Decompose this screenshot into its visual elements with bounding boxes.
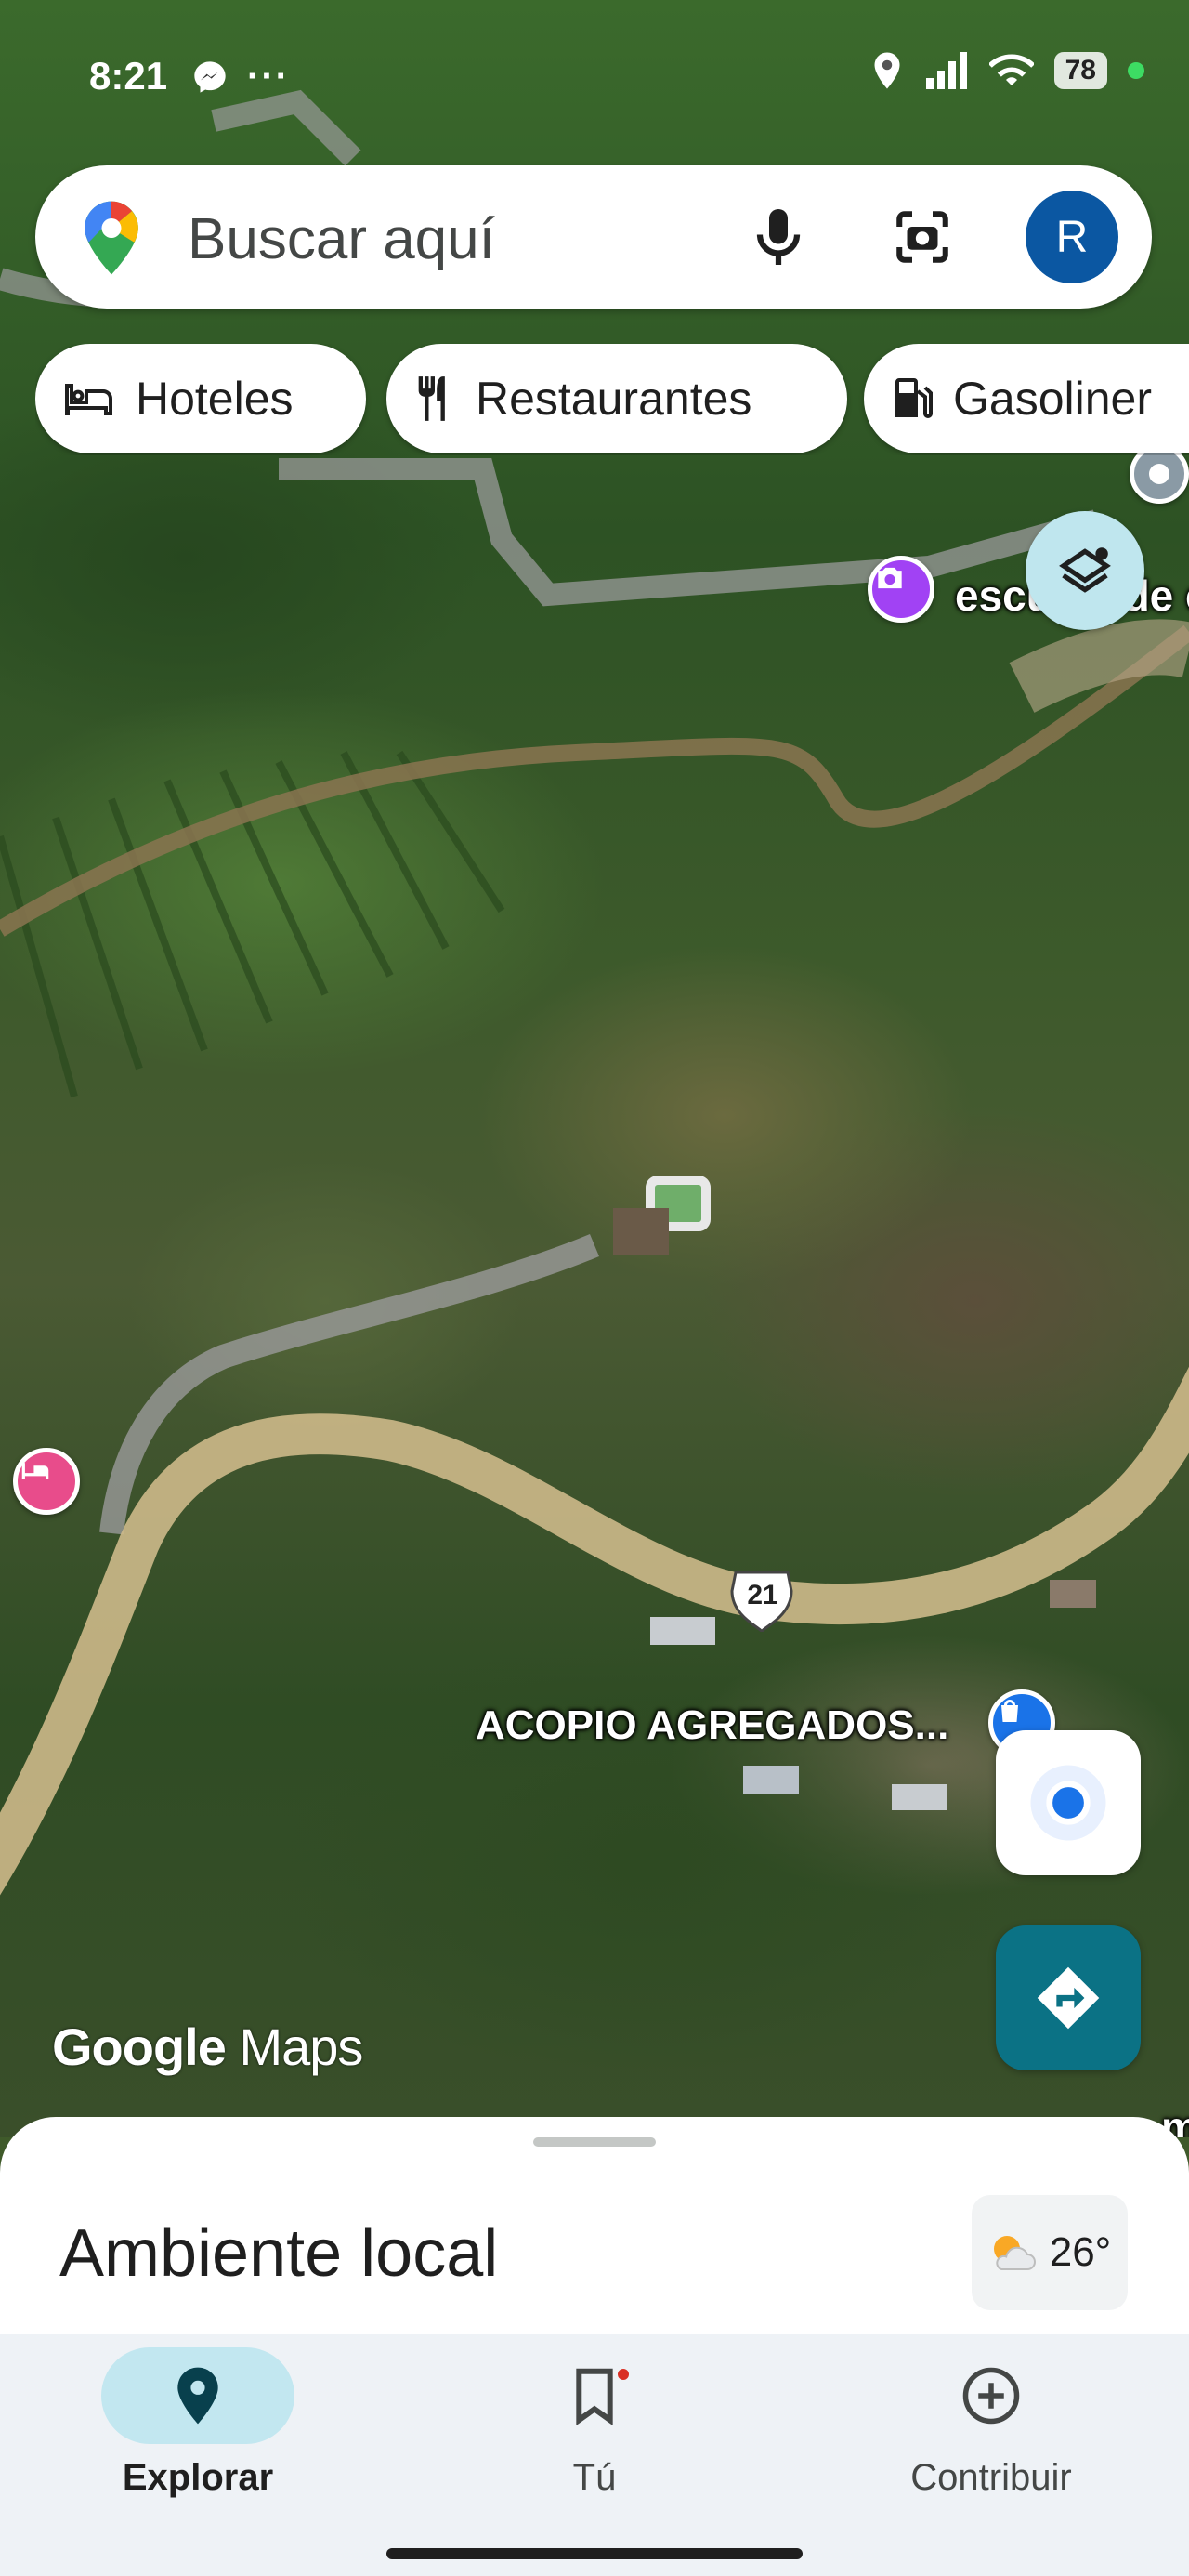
nav-contribute[interactable]: Contribuir bbox=[793, 2334, 1189, 2539]
google-lens-icon[interactable] bbox=[892, 206, 953, 268]
route-shield-label: 21 bbox=[747, 1580, 778, 1610]
chip-gas-stations[interactable]: Gasoliner bbox=[864, 344, 1189, 453]
bookmark-icon bbox=[576, 2368, 613, 2425]
sheet-drag-handle[interactable] bbox=[533, 2137, 656, 2147]
nav-contribute-label: Contribuir bbox=[910, 2457, 1072, 2498]
nav-explore-pill[interactable] bbox=[101, 2347, 294, 2444]
photo-pin[interactable] bbox=[868, 556, 934, 623]
search-bar[interactable]: Buscar aquí R bbox=[35, 165, 1152, 309]
layers-icon bbox=[1059, 547, 1111, 593]
weather-chip[interactable]: 26° bbox=[972, 2195, 1128, 2310]
bed-icon bbox=[21, 1463, 49, 1479]
poi-label-acopio[interactable]: ACOPIO AGREGADOS... bbox=[476, 1702, 948, 1749]
gesture-navigation-bar[interactable] bbox=[386, 2548, 803, 2559]
bed-icon bbox=[65, 384, 112, 415]
nav-explore-label: Explorar bbox=[122, 2457, 274, 2498]
layers-button[interactable] bbox=[1026, 511, 1144, 630]
google-maps-logo-icon bbox=[85, 201, 138, 275]
account-avatar[interactable]: R bbox=[1026, 191, 1118, 283]
chip-restaurants[interactable]: Restaurantes bbox=[386, 344, 847, 453]
camera-add-icon bbox=[878, 567, 902, 589]
chip-label: Restaurantes bbox=[476, 373, 752, 425]
hotel-pin[interactable] bbox=[13, 1448, 80, 1515]
add-circle-icon bbox=[962, 2367, 1020, 2425]
battery-indicator: 78 bbox=[1053, 52, 1107, 89]
sheet-title: Ambiente local bbox=[59, 2216, 499, 2291]
fork-knife-icon bbox=[418, 376, 445, 421]
directions-icon bbox=[1037, 1966, 1100, 2030]
google-maps-watermark: Google Maps bbox=[52, 2017, 363, 2076]
gas-station-icon bbox=[895, 378, 933, 418]
status-time: 8:21 bbox=[89, 54, 168, 98]
location-icon bbox=[874, 52, 900, 89]
nav-you-label: Tú bbox=[572, 2457, 617, 2498]
nav-explore[interactable]: Explorar bbox=[0, 2334, 396, 2539]
nav-contribute-pill[interactable] bbox=[895, 2347, 1088, 2444]
category-chips: Hoteles Restaurantes Gasoliner bbox=[35, 344, 1189, 455]
privacy-dot bbox=[1128, 62, 1144, 79]
partly-cloudy-icon bbox=[993, 2236, 1036, 2270]
shopping-bag-icon bbox=[1001, 1700, 1018, 1722]
nav-you[interactable]: Tú bbox=[397, 2334, 792, 2539]
chip-label: Gasoliner bbox=[953, 373, 1152, 425]
search-input[interactable]: Buscar aquí bbox=[188, 206, 495, 272]
microphone-icon[interactable] bbox=[751, 204, 806, 269]
explore-bottom-sheet[interactable]: Ambiente local 26° bbox=[0, 2117, 1189, 2334]
messenger-icon bbox=[194, 60, 226, 93]
more-notifications-icon: ··· bbox=[247, 56, 290, 97]
location-pin-icon bbox=[177, 2367, 218, 2425]
my-location-button[interactable] bbox=[996, 1730, 1141, 1875]
chip-label: Hoteles bbox=[136, 373, 294, 425]
status-bar: 8:21 ··· 78 bbox=[0, 0, 1189, 149]
temperature: 26° bbox=[1049, 2229, 1112, 2275]
signal-icon bbox=[925, 52, 967, 89]
notification-badge bbox=[615, 2366, 632, 2383]
directions-button[interactable] bbox=[996, 1925, 1141, 2070]
my-location-icon bbox=[1030, 1765, 1106, 1841]
chip-hotels[interactable]: Hoteles bbox=[35, 344, 366, 453]
nav-you-pill[interactable] bbox=[498, 2347, 691, 2444]
wifi-icon bbox=[988, 54, 1034, 85]
bottom-navigation: Explorar Tú Contribuir bbox=[0, 2334, 1189, 2576]
